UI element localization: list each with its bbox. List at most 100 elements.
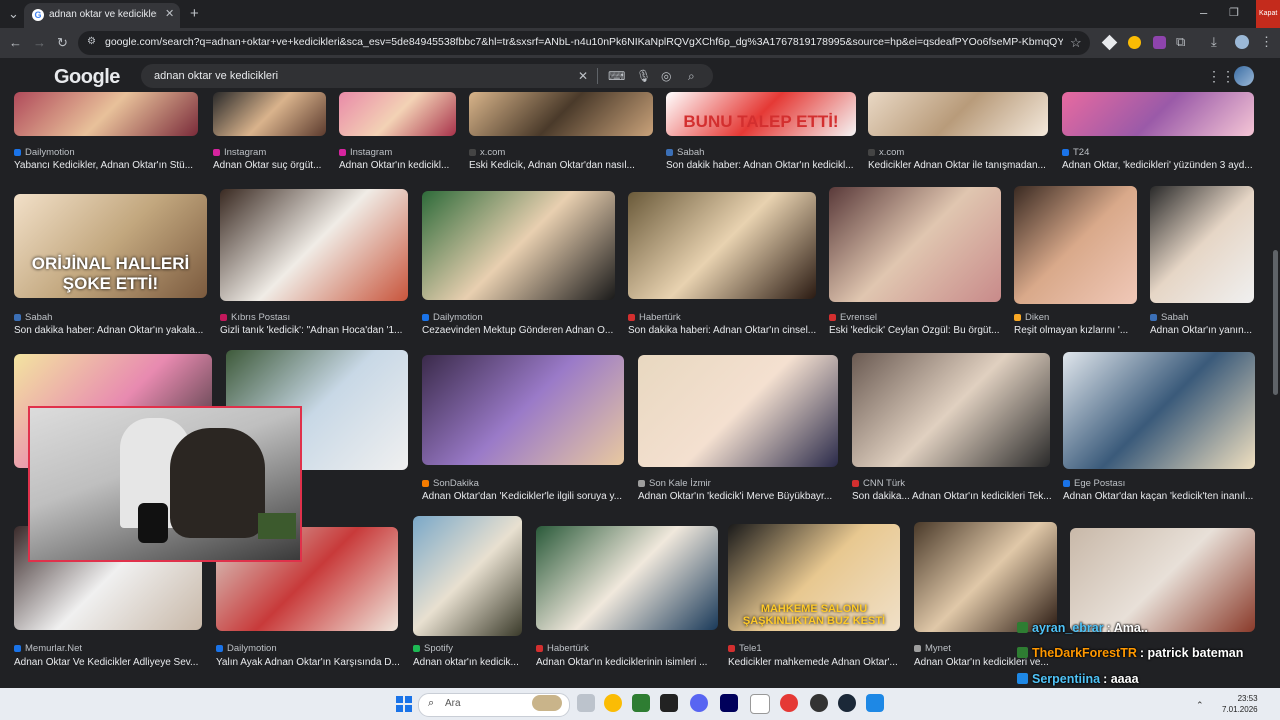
result-thumbnail[interactable] bbox=[1014, 186, 1137, 304]
result-source[interactable]: Diken bbox=[1014, 312, 1147, 323]
result-title[interactable]: Eski Kedicik, Adnan Oktar'dan nasıl... bbox=[469, 160, 661, 171]
search-query[interactable]: adnan oktar ve kedicikleri bbox=[154, 70, 278, 82]
result-thumbnail[interactable] bbox=[469, 92, 653, 136]
result-thumbnail[interactable] bbox=[638, 355, 838, 467]
result-thumbnail[interactable] bbox=[914, 522, 1057, 632]
result-source[interactable]: x.com bbox=[868, 147, 1058, 158]
result-thumbnail[interactable] bbox=[213, 92, 326, 136]
result-source[interactable]: Sabah bbox=[666, 147, 866, 158]
keyboard-icon[interactable]: ⌨ bbox=[608, 69, 625, 83]
steam-icon[interactable] bbox=[838, 694, 856, 712]
result-title[interactable]: Son dakika... Adnan Oktar'ın kedicikleri… bbox=[852, 491, 1058, 502]
result-title[interactable]: Reşit olmayan kızlarını '... bbox=[1014, 325, 1145, 336]
result-title[interactable]: Adnan Oktar Ve Kedicikler Adliyeye Sev..… bbox=[14, 657, 210, 668]
result-thumbnail[interactable] bbox=[14, 92, 198, 136]
google-logo[interactable]: Google bbox=[54, 66, 120, 89]
result-title[interactable]: Adnan Oktar'ın kediciklerinin isimleri .… bbox=[536, 657, 726, 668]
chrome-icon[interactable] bbox=[604, 694, 622, 712]
result-source[interactable]: Habertürk bbox=[628, 312, 826, 323]
result-title[interactable]: Gizli tanık 'kedicik': "Adnan Hoca'dan '… bbox=[220, 325, 416, 336]
result-source[interactable]: Memurlar.Net bbox=[14, 643, 212, 654]
result-thumbnail[interactable]: MAHKEME SALONU ŞAŞKINLIKTAN BUZ KESTİ bbox=[728, 524, 900, 631]
result-thumbnail[interactable] bbox=[1070, 528, 1255, 632]
windows-start-icon[interactable] bbox=[396, 696, 412, 712]
tiktok-icon[interactable] bbox=[660, 694, 678, 712]
result-source[interactable]: CNN Türk bbox=[852, 478, 1060, 489]
site-info-icon[interactable]: ⚙ bbox=[87, 36, 96, 47]
result-thumbnail[interactable] bbox=[829, 187, 1001, 302]
minimize-icon[interactable]: – bbox=[1200, 5, 1207, 20]
obs-icon[interactable] bbox=[810, 694, 828, 712]
task-view-icon[interactable] bbox=[577, 694, 595, 712]
profile-icon[interactable] bbox=[1235, 35, 1249, 49]
extension-purple-icon[interactable] bbox=[1153, 36, 1166, 49]
result-title[interactable]: Eski 'kedicik' Ceylan Özgül: Bu örgüt... bbox=[829, 325, 1009, 336]
result-source[interactable]: Habertürk bbox=[536, 643, 728, 654]
result-title[interactable]: Adnan Oktar'ın 'kedicik'i Merve Büyükbay… bbox=[638, 491, 846, 502]
result-thumbnail[interactable] bbox=[868, 92, 1048, 136]
result-thumbnail[interactable] bbox=[220, 189, 408, 301]
result-title[interactable]: Adnan oktar'ın kedicik... bbox=[413, 657, 530, 668]
result-thumbnail[interactable] bbox=[413, 516, 522, 636]
result-title[interactable]: Son dakika haber: Adnan Oktar'ın yakala.… bbox=[14, 325, 215, 336]
taskbar-clock[interactable]: 23:53 7.01.2026 bbox=[1222, 693, 1258, 715]
scrollbar-thumb[interactable] bbox=[1273, 250, 1278, 395]
result-thumbnail[interactable] bbox=[422, 191, 615, 300]
result-thumbnail[interactable] bbox=[852, 353, 1050, 467]
result-thumbnail[interactable] bbox=[339, 92, 456, 136]
result-thumbnail[interactable] bbox=[1063, 352, 1255, 469]
result-source[interactable]: Ege Postası bbox=[1063, 478, 1265, 489]
result-title[interactable]: Adnan Oktar'dan kaçan 'kedicik'ten inanı… bbox=[1063, 491, 1263, 502]
download-icon[interactable]: ⤓ bbox=[1211, 34, 1217, 50]
browser-tab[interactable]: G adnan oktar ve kedicikleri - Goo ✕ bbox=[24, 3, 180, 28]
result-title[interactable]: Kedicikler mahkemede Adnan Oktar'... bbox=[728, 657, 908, 668]
result-source[interactable]: SonDakika bbox=[422, 478, 634, 489]
media-player-icon[interactable] bbox=[780, 694, 798, 712]
result-source[interactable]: Evrensel bbox=[829, 312, 1011, 323]
result-title[interactable]: Adnan Oktar'ın kedicikl... bbox=[339, 160, 464, 171]
tab-search-icon[interactable]: ⌄ bbox=[8, 6, 19, 22]
result-title[interactable]: Son dakik haber: Adnan Oktar'ın kedicikl… bbox=[666, 160, 864, 171]
result-thumbnail[interactable] bbox=[628, 192, 816, 299]
capcut-icon[interactable] bbox=[750, 694, 770, 714]
discord-icon[interactable] bbox=[690, 694, 708, 712]
extension-yellow-icon[interactable] bbox=[1128, 36, 1141, 49]
menu-kebab-icon[interactable]: ⋮ bbox=[1260, 34, 1273, 50]
search-icon[interactable]: ⌕ bbox=[688, 69, 695, 84]
window-close-button[interactable]: Kapat bbox=[1256, 0, 1280, 28]
premiere-icon[interactable] bbox=[720, 694, 738, 712]
account-avatar[interactable] bbox=[1234, 66, 1254, 86]
result-source[interactable]: Sabah bbox=[14, 312, 217, 323]
microphone-icon[interactable]: 🎙 bbox=[636, 69, 651, 83]
result-source[interactable]: Kıbrıs Postası bbox=[220, 312, 418, 323]
result-source[interactable]: Dailymotion bbox=[14, 147, 208, 158]
app-blue-icon[interactable] bbox=[866, 694, 884, 712]
reload-icon[interactable]: ↻ bbox=[57, 35, 68, 51]
result-title[interactable]: Adnan Oktar'ın yanın... bbox=[1150, 325, 1262, 336]
result-thumbnail[interactable] bbox=[1062, 92, 1254, 136]
result-title[interactable]: Son dakika haberi: Adnan Oktar'ın cinsel… bbox=[628, 325, 824, 336]
result-source[interactable]: x.com bbox=[469, 147, 663, 158]
result-title[interactable]: Yalın Ayak Adnan Oktar'ın Karşısında D..… bbox=[216, 657, 406, 668]
result-source[interactable]: Dailymotion bbox=[216, 643, 408, 654]
result-source[interactable]: Instagram bbox=[213, 147, 336, 158]
tab-close-icon[interactable]: ✕ bbox=[165, 7, 174, 20]
result-thumbnail[interactable] bbox=[536, 526, 718, 630]
result-source[interactable]: Tele1 bbox=[728, 643, 910, 654]
bookmark-star-icon[interactable]: ☆ bbox=[1070, 35, 1082, 51]
forward-icon[interactable]: → bbox=[33, 35, 46, 50]
result-title[interactable]: Adnan Oktar suç örgüt... bbox=[213, 160, 334, 171]
result-thumbnail[interactable]: ORİJİNAL HALLERİ ŞOKE ETTİ! bbox=[14, 194, 207, 298]
lens-camera-icon[interactable]: ◎ bbox=[661, 69, 671, 83]
result-title[interactable]: Cezaevinden Mektup Gönderen Adnan O... bbox=[422, 325, 623, 336]
clear-search-icon[interactable]: ✕ bbox=[578, 69, 588, 83]
result-title[interactable]: Kedicikler Adnan Oktar ile tanışmadan... bbox=[868, 160, 1056, 171]
result-source[interactable]: Sabah bbox=[1150, 312, 1264, 323]
result-source[interactable]: Son Kale İzmir bbox=[638, 478, 848, 489]
restore-icon[interactable]: ❐ bbox=[1229, 6, 1239, 19]
result-thumbnail[interactable] bbox=[422, 355, 624, 465]
apps-grid-icon[interactable]: ⋮⋮ bbox=[1207, 68, 1235, 85]
result-source[interactable]: Spotify bbox=[413, 643, 532, 654]
result-title[interactable]: Yabancı Kedicikler, Adnan Oktar'ın Stü..… bbox=[14, 160, 206, 171]
result-thumbnail[interactable]: BUNU TALEP ETTİ! bbox=[666, 92, 856, 136]
